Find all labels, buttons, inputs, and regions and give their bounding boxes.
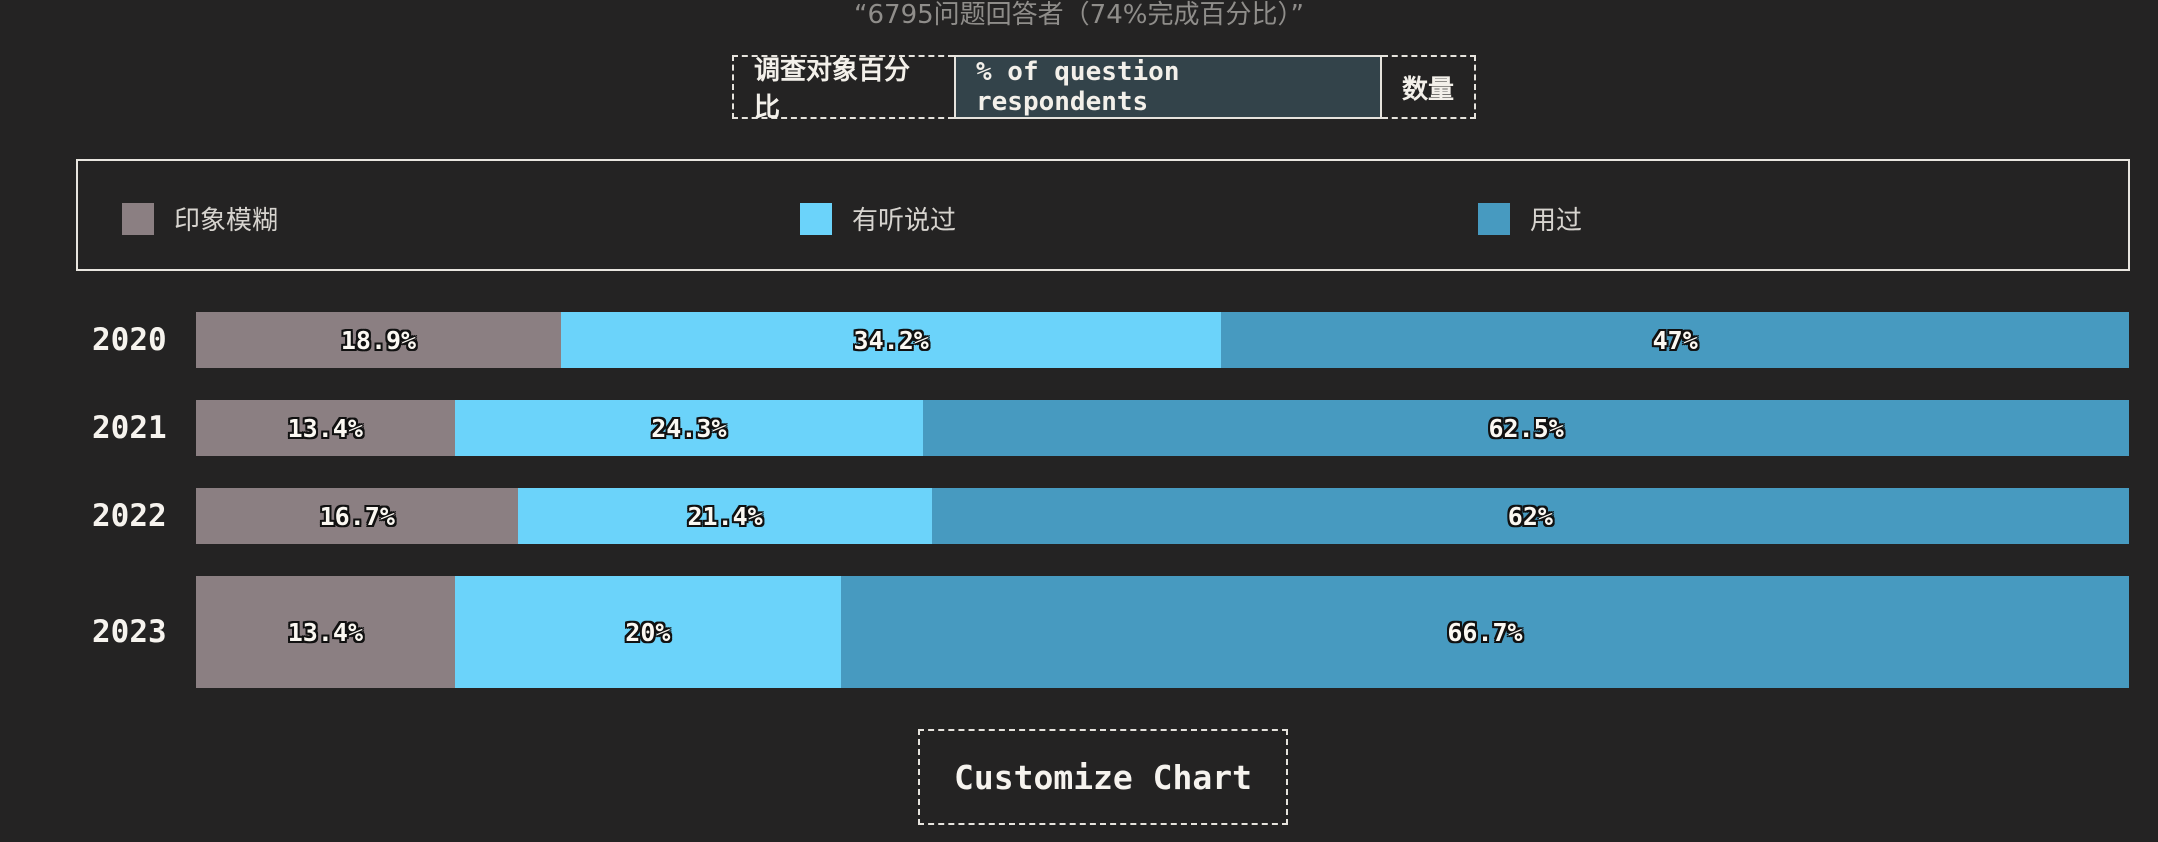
bar-label-2020-1: 18.9% (340, 325, 417, 355)
bar-label-2020-3: 47% (1652, 325, 1698, 355)
bar-label-2022-1: 16.7% (319, 501, 395, 531)
bar-label-2023-2: 20% (625, 617, 671, 647)
year-label-2023: 2023 (92, 614, 167, 650)
bar-label-2023-1: 13.4% (287, 617, 363, 647)
bar-segment-2022-1[interactable]: 16.7% (196, 488, 519, 544)
bar-segment-2020-2[interactable]: 34.2% (560, 312, 1222, 368)
bar-segment-2021-2[interactable]: 24.3% (454, 400, 924, 456)
bar-segment-2022-2[interactable]: 21.4% (518, 488, 932, 544)
bar-label-2020-2: 34.2% (853, 325, 929, 355)
bar-segment-2021-3[interactable]: 62.5% (923, 400, 2129, 456)
chart-page: “6795问题回答者（74%完成百分比）” 调查对象百分比 % of quest… (0, 0, 2158, 842)
bar-label-2023-3: 66.7% (1447, 617, 1523, 647)
bar-label-2021-3: 62.5% (1488, 413, 1564, 443)
bar-segment-2021-1[interactable]: 13.4% (196, 400, 455, 456)
bar-label-2022-2: 21.4% (687, 501, 763, 531)
year-label-2022: 2022 (92, 498, 167, 534)
stacked-bar-chart: 2020 18.9% 34.2% 47% 2021 13.4% 24.3% 62.5% 2022… (0, 0, 2158, 842)
year-label-2021: 2021 (92, 410, 167, 446)
bar-segment-2022-3[interactable]: 62% (931, 488, 2129, 544)
bar-segment-2023-3[interactable]: 66.7% (840, 576, 2129, 688)
customize-chart-button[interactable]: Customize Chart (918, 729, 1288, 825)
year-label-2020: 2020 (92, 322, 167, 358)
bar-segment-2023-2[interactable]: 20% (454, 576, 841, 688)
bar-segment-2023-1[interactable]: 13.4% (196, 576, 455, 688)
bar-segment-2020-1[interactable]: 18.9% (196, 312, 561, 368)
bar-label-2022-3: 62% (1507, 501, 1553, 531)
bar-segment-2020-3[interactable]: 47% (1221, 312, 2129, 368)
bar-label-2021-1: 13.4% (287, 413, 363, 443)
bar-label-2021-2: 24.3% (651, 413, 727, 443)
